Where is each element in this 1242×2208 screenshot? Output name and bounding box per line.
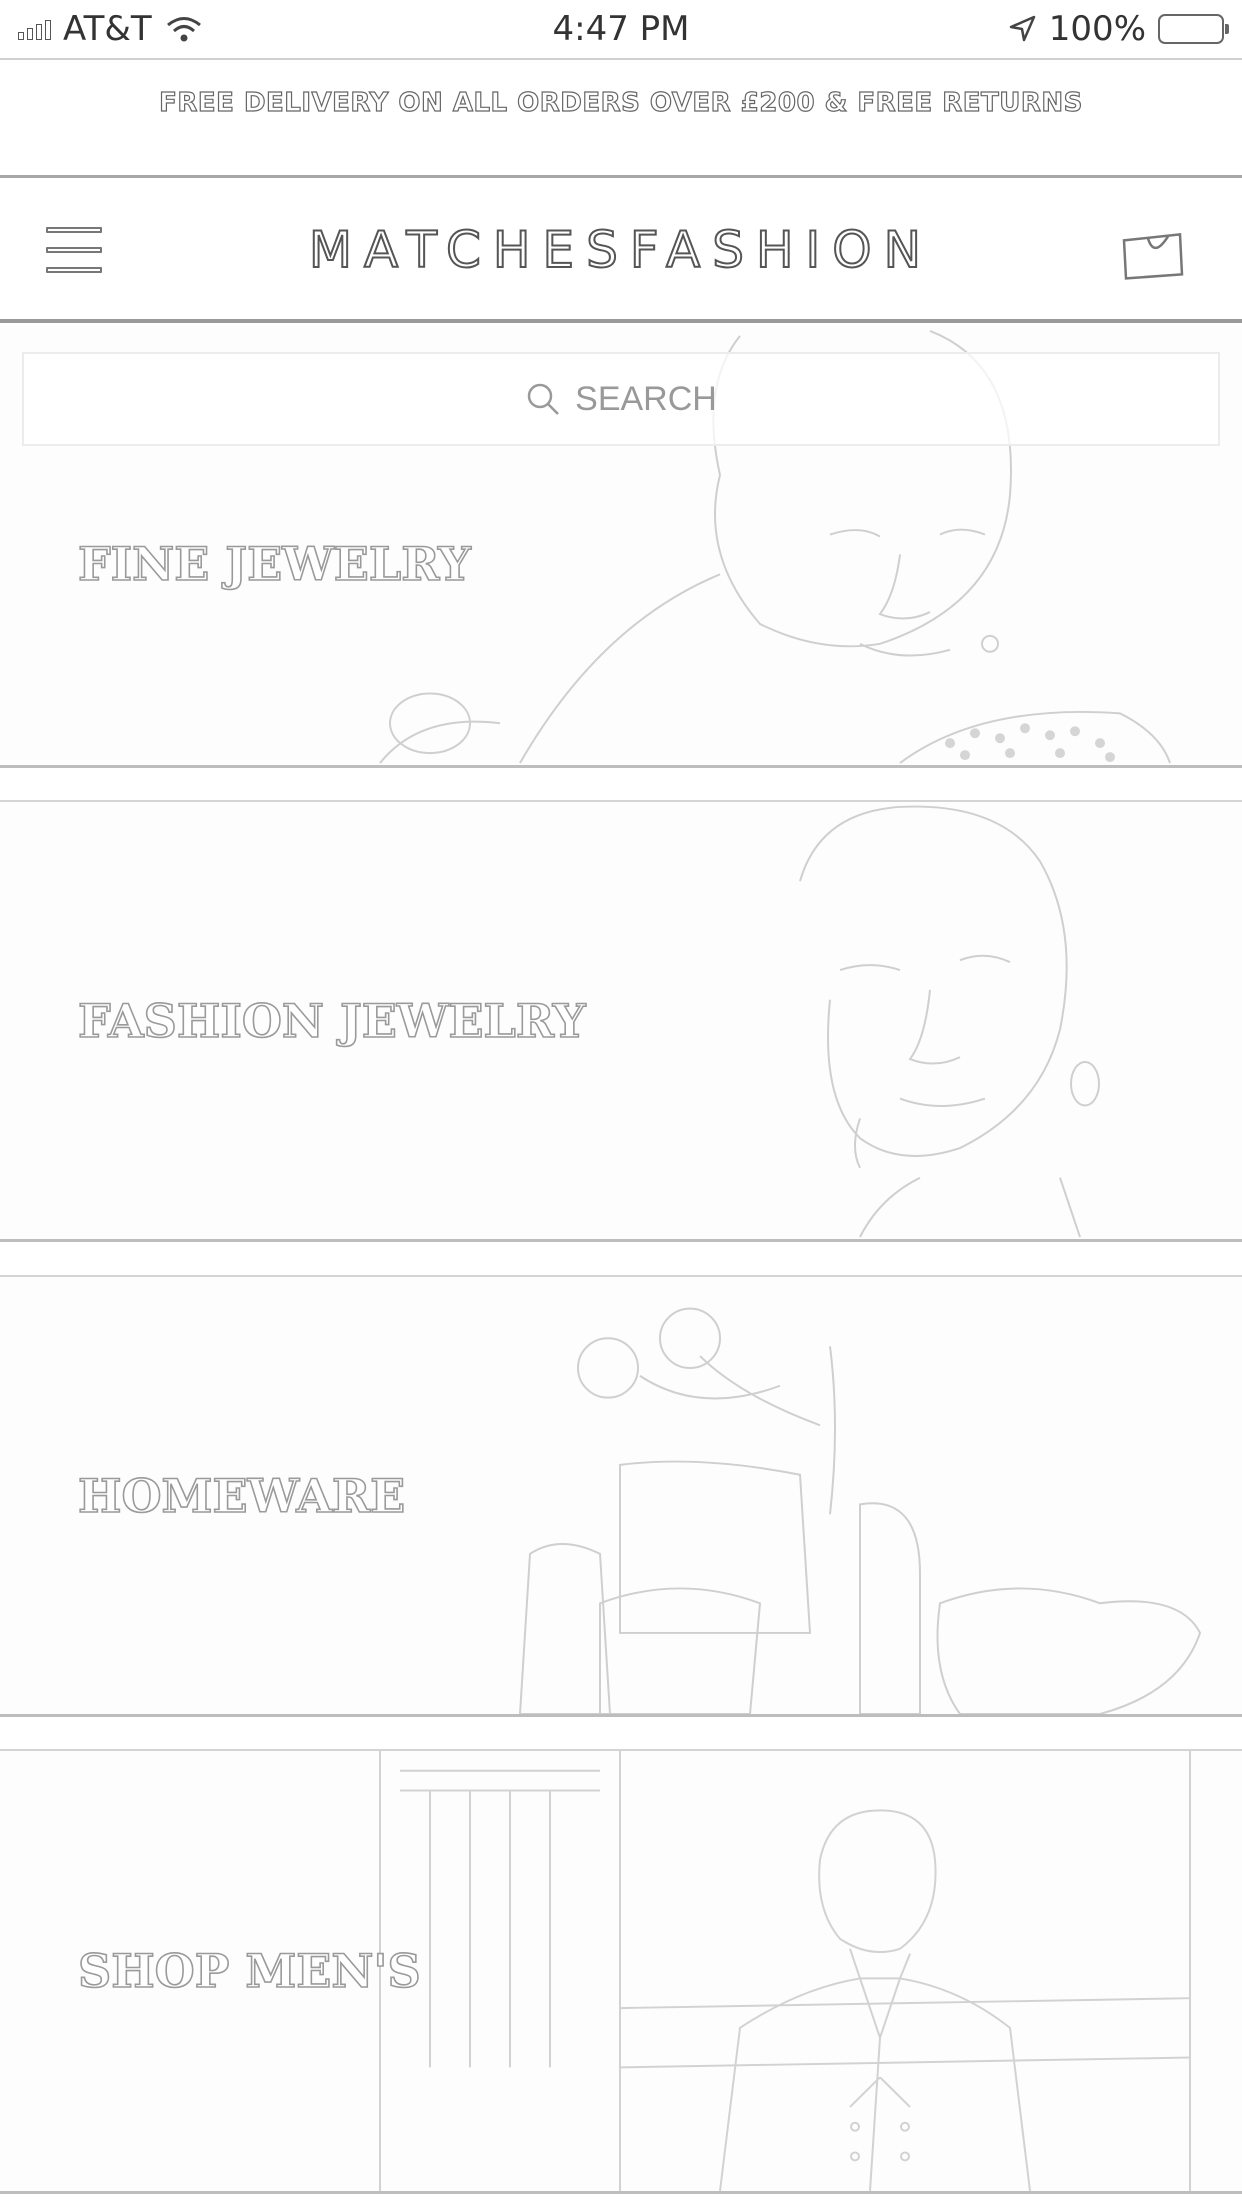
carrier-label: AT&T xyxy=(63,9,152,49)
category-tile-fashion-jewelry[interactable]: FASHION JEWELRY xyxy=(0,800,1242,1242)
battery-percent: 100% xyxy=(1048,9,1146,49)
status-right: 100% xyxy=(1007,9,1229,49)
category-label: FASHION JEWELRY xyxy=(77,993,586,1049)
search-icon xyxy=(527,383,560,415)
site-header: MATCHESFASHION xyxy=(0,181,1242,323)
hamburger-menu-icon[interactable] xyxy=(46,227,102,273)
status-left: AT&T xyxy=(18,9,204,49)
promo-text: FREE DELIVERY ON ALL ORDERS OVER £200 & … xyxy=(159,87,1083,118)
brand-logo[interactable]: MATCHESFASHION xyxy=(308,220,933,280)
shopping-bag-icon[interactable] xyxy=(1120,228,1186,282)
battery-icon xyxy=(1158,14,1229,44)
category-label: HOMEWARE xyxy=(77,1468,406,1524)
wifi-icon xyxy=(166,17,201,42)
signal-strength-icon xyxy=(18,18,51,40)
category-tile-shop-mens[interactable]: SHOP MEN'S xyxy=(0,1749,1242,2194)
promo-banner[interactable]: FREE DELIVERY ON ALL ORDERS OVER £200 & … xyxy=(0,62,1242,178)
search-placeholder: SEARCH xyxy=(575,379,717,418)
status-bar: AT&T 4:47 PM 100% xyxy=(0,0,1242,60)
location-arrow-icon xyxy=(1009,15,1036,42)
category-tile-homeware[interactable]: HOMEWARE xyxy=(0,1275,1242,1717)
category-label: SHOP MEN'S xyxy=(77,1943,421,1999)
search-input[interactable]: SEARCH xyxy=(22,352,1220,446)
category-label: FINE JEWELRY xyxy=(77,536,471,592)
